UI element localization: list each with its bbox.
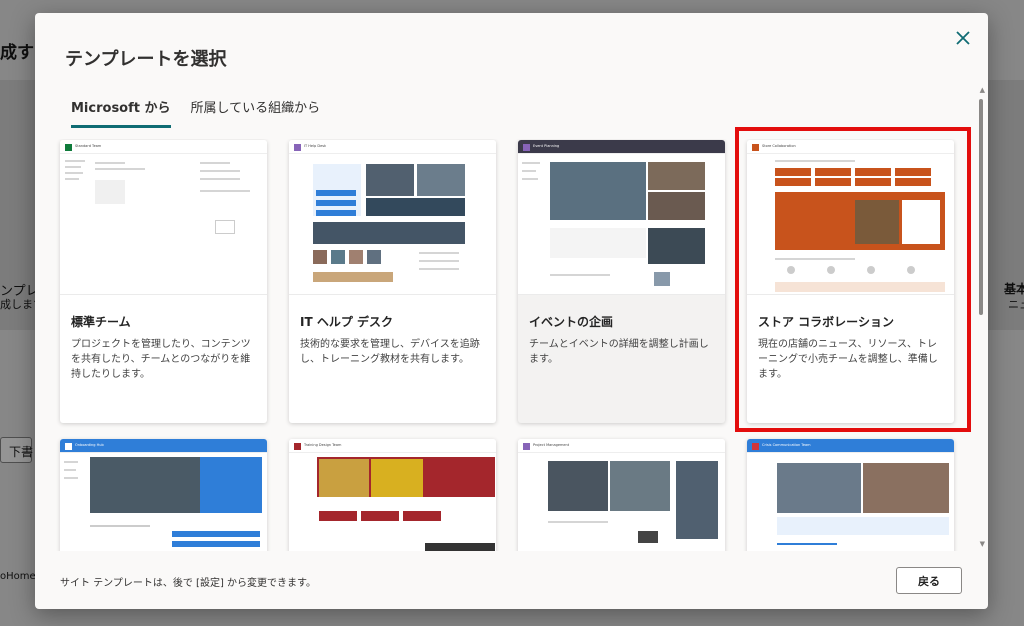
template-thumbnail: Store Collaboration [747,140,954,295]
scroll-down-icon[interactable]: ▼ [980,540,985,548]
template-tabs: Microsoft から 所属している組織から [71,97,320,128]
template-thumbnail: Project Management [518,439,725,551]
scrollbar-thumb[interactable] [979,99,983,315]
template-card-standard-team[interactable]: Standard Team 標準チーム プロジェクトを管理したり、コンテンツを共… [60,140,267,423]
template-description: チームとイベントの詳細を調整し計画します。 [529,339,709,365]
footer-note: サイト テンプレートは、後で [設定] から変更できます。 [60,578,317,589]
scroll-up-icon[interactable]: ▲ [980,86,985,94]
template-thumbnail: Training Design Team [289,439,496,551]
tab-microsoft[interactable]: Microsoft から [71,97,171,128]
template-thumbnail: Onboarding Hub [60,439,267,551]
template-gallery[interactable]: Standard Team 標準チーム プロジェクトを管理したり、コンテンツを共… [35,139,988,551]
back-button[interactable]: 戻る [896,567,962,594]
template-card-onboarding[interactable]: Onboarding Hub [60,439,267,551]
close-icon [956,31,970,45]
template-card-crisis-communication[interactable]: Crisis Communication Team [747,439,954,551]
template-card-event-planning[interactable]: Event Planning イベントの企画 チームとイベントの詳細を調整し計画… [518,140,725,423]
template-description: プロジェクトを管理したり、コンテンツを共有したり、チームとのつながりを維持したり… [71,339,251,380]
template-title: イベントの企画 [529,315,614,329]
template-card-it-help-desk[interactable]: IT Help Desk IT ヘルプ デスク 技術的な要求を管理し、デバイスを… [289,140,496,423]
tab-organization[interactable]: 所属している組織から [191,97,321,128]
template-thumbnail: Crisis Communication Team [747,439,954,551]
template-dialog: テンプレートを選択 Microsoft から 所属している組織から Standa… [35,13,988,609]
template-thumbnail: Event Planning [518,140,725,295]
dialog-title: テンプレートを選択 [65,49,227,70]
template-thumbnail: Standard Team [60,140,267,295]
template-description: 技術的な要求を管理し、デバイスを追跡し、トレーニング教材を共有します。 [300,339,480,365]
close-button[interactable] [950,25,976,51]
template-title: 標準チーム [71,315,131,329]
template-card-store-collaboration[interactable]: Store Collaboration ストア コラボレーション 現在の店舗のニ… [747,140,954,423]
template-thumbnail: IT Help Desk [289,140,496,295]
template-title: IT ヘルプ デスク [300,315,394,329]
template-description: 現在の店舗のニュース、リソース、トレーニングで小売チームを調整し、準備します。 [758,339,938,380]
template-title: ストア コラボレーション [758,315,894,329]
template-card-project-management[interactable]: Project Management [518,439,725,551]
template-card-training-design[interactable]: Training Design Team [289,439,496,551]
